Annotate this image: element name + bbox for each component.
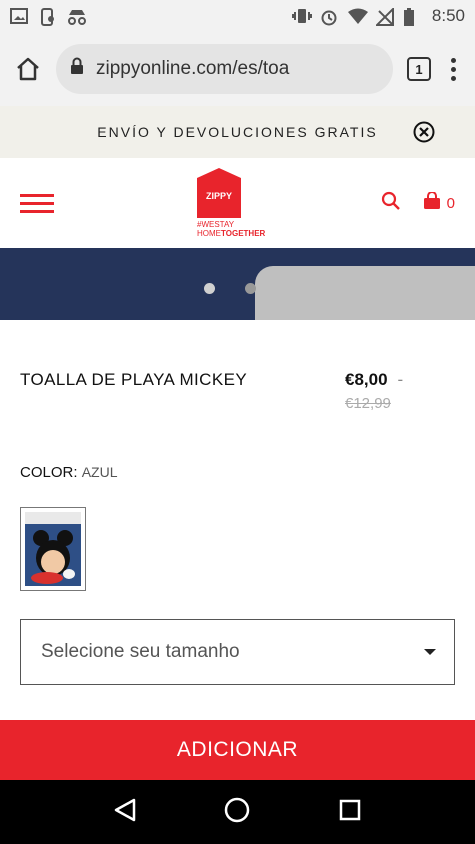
current-price: €8,00 <box>345 370 388 389</box>
image-icon <box>10 8 28 24</box>
product-info: TOALLA DE PLAYA MICKEY €8,00- €12,99 <box>0 320 475 412</box>
search-icon[interactable] <box>381 191 401 215</box>
logo-tagline: #WESTAY HOMETOGETHER <box>197 220 265 238</box>
tagline-line1: #WESTAY <box>197 220 235 229</box>
color-swatch-azul[interactable] <box>20 507 86 591</box>
home-icon[interactable] <box>14 55 42 83</box>
site-header: ZIPPY #WESTAY HOMETOGETHER 0 <box>0 158 475 248</box>
recents-icon[interactable] <box>339 799 361 826</box>
shopping-bag-icon <box>423 191 441 214</box>
towel-image <box>255 266 475 320</box>
color-value: AZUL <box>81 464 118 480</box>
screenshot-icon <box>38 8 56 26</box>
no-signal-icon <box>374 6 394 26</box>
chevron-down-icon <box>424 649 436 655</box>
wifi-icon <box>347 8 368 24</box>
vibrate-icon <box>291 8 312 24</box>
cart-count: 0 <box>446 194 455 212</box>
browser-toolbar: zippyonline.com/es/toa 1 <box>0 32 475 106</box>
tagline-together: TOGETHER <box>221 229 266 238</box>
add-to-cart-button[interactable]: ADICIONAR <box>0 720 475 780</box>
close-icon[interactable] <box>413 121 435 143</box>
color-info: COLOR: AZUL <box>0 412 475 481</box>
cart-button[interactable]: 0 <box>423 191 455 214</box>
tab-switcher-button[interactable]: 1 <box>407 57 431 81</box>
original-price: €12,99 <box>345 395 391 412</box>
home-nav-icon[interactable] <box>224 797 250 828</box>
promo-banner: ENVÍO Y DEVOLUCIONES GRATIS <box>0 106 475 158</box>
size-placeholder: Selecione seu tamanho <box>41 641 240 662</box>
promo-text: ENVÍO Y DEVOLUCIONES GRATIS <box>97 124 378 140</box>
status-bar: 8:50 <box>0 0 475 32</box>
battery-icon <box>403 8 422 26</box>
carousel-dot-1[interactable] <box>204 283 215 294</box>
logo-text: ZIPPY <box>206 191 232 201</box>
mickey-thumbnail <box>25 512 81 586</box>
lock-icon <box>70 57 84 81</box>
tagline-home: HOME <box>197 229 221 238</box>
browser-menu-icon[interactable] <box>445 57 461 81</box>
price-block: €8,00- €12,99 <box>345 370 455 412</box>
zippy-logo[interactable]: ZIPPY #WESTAY HOMETOGETHER <box>197 168 279 238</box>
logo-mark: ZIPPY <box>197 168 241 218</box>
status-time: 8:50 <box>431 6 465 25</box>
size-select[interactable]: Selecione seu tamanho <box>20 619 455 685</box>
product-title: TOALLA DE PLAYA MICKEY <box>20 370 248 389</box>
product-image-carousel[interactable] <box>0 248 475 320</box>
url-text: zippyonline.com/es/toa <box>96 58 290 79</box>
color-label: COLOR: <box>20 464 78 481</box>
incognito-icon <box>66 8 86 25</box>
alarm-icon <box>320 8 338 26</box>
address-bar[interactable]: zippyonline.com/es/toa <box>56 44 393 94</box>
android-nav-bar <box>0 780 475 844</box>
price-separator: - <box>397 370 404 389</box>
back-icon[interactable] <box>114 798 136 827</box>
hamburger-menu-icon[interactable] <box>20 193 54 213</box>
carousel-dot-2[interactable] <box>245 283 256 294</box>
